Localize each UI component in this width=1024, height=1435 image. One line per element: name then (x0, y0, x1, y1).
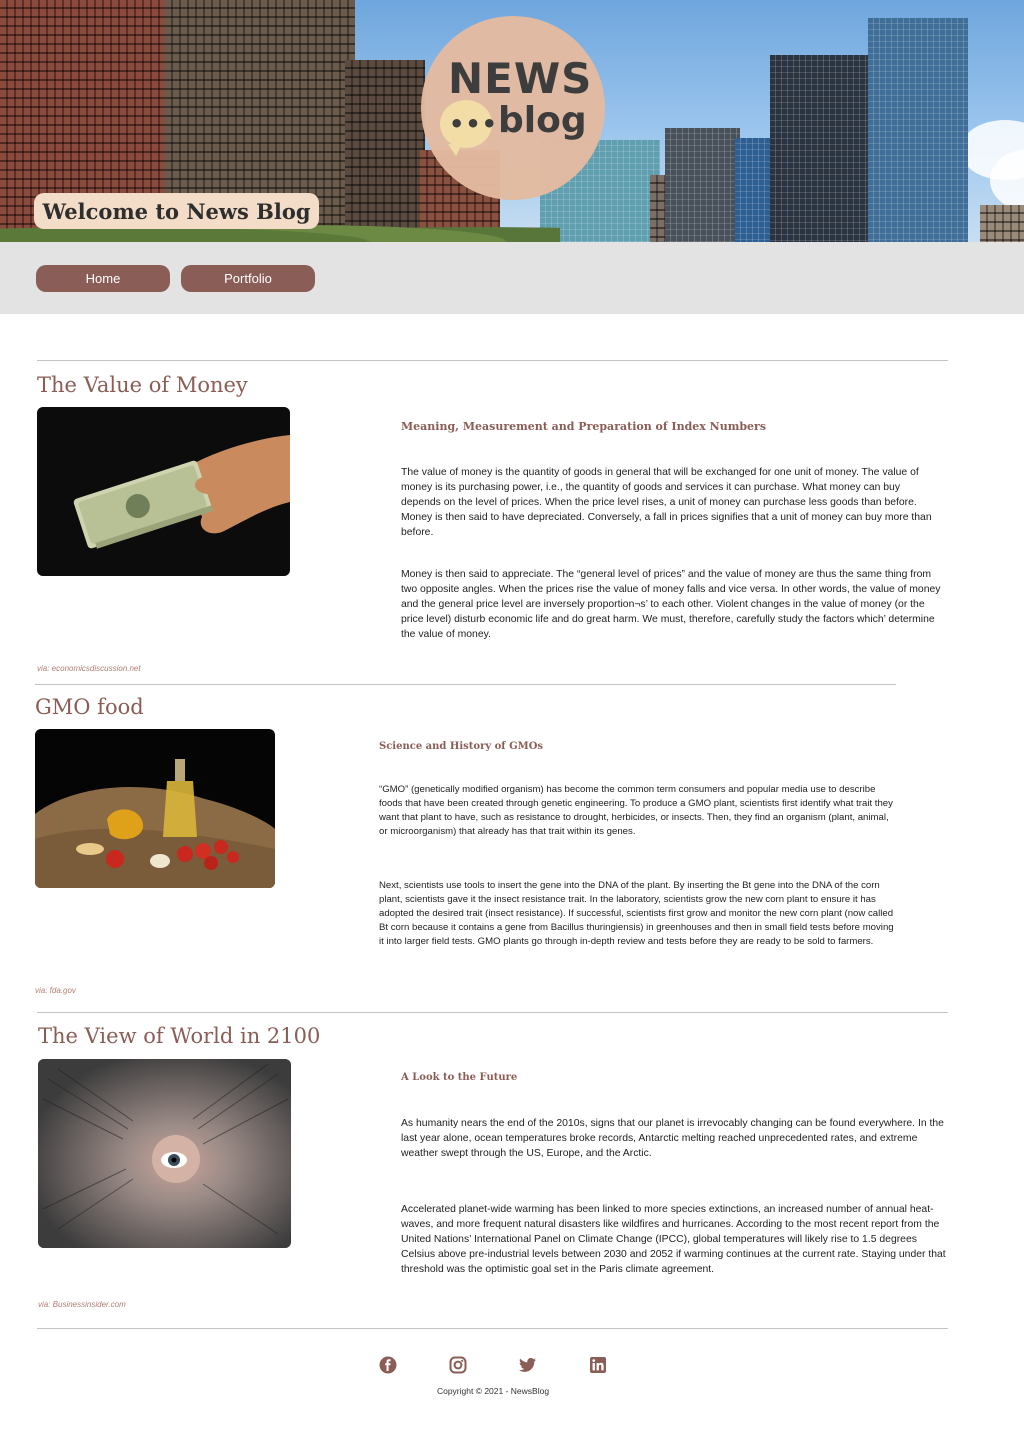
article-image-gmo (35, 729, 275, 888)
linkedin-icon[interactable] (589, 1356, 607, 1374)
article-title: The Value of Money (37, 373, 248, 397)
nav-portfolio-button[interactable]: Portfolio (181, 265, 315, 292)
article-subtitle: Science and History of GMOs (379, 741, 544, 752)
article-paragraph: Accelerated planet-wide warming has been… (401, 1204, 946, 1275)
source-credit: via: economicsdiscussion.net (37, 664, 141, 673)
source-credit: via: Businessinsider.com (38, 1300, 126, 1309)
source-credit: via: fda.gov (35, 986, 76, 995)
logo-blog-text: blog (498, 100, 587, 141)
facebook-icon[interactable] (379, 1356, 397, 1374)
logo-news-text: NEWS (448, 54, 593, 103)
divider (35, 684, 896, 685)
building (980, 205, 1024, 242)
article-image-money (37, 407, 290, 576)
hero-banner: NEWS ••• blog Welcome to News Blog (0, 0, 1024, 242)
divider (37, 1328, 948, 1329)
divider (37, 1012, 948, 1013)
article-paragraph: Money is then said to appreciate. The “g… (401, 569, 941, 640)
article-paragraph: Next, scientists use tools to insert the… (379, 880, 894, 947)
article-subtitle: Meaning, Measurement and Preparation of … (401, 420, 767, 433)
main-nav: Home Portfolio (0, 242, 1024, 314)
article-image-future (38, 1059, 291, 1248)
newspaper-eye-illustration (38, 1059, 291, 1248)
building (665, 128, 740, 242)
instagram-icon[interactable] (449, 1356, 467, 1374)
article-subtitle: A Look to the Future (401, 1072, 518, 1083)
building (735, 138, 775, 242)
welcome-banner: Welcome to News Blog (34, 193, 319, 229)
nav-home-button[interactable]: Home (36, 265, 170, 292)
divider (37, 360, 948, 361)
building (345, 60, 425, 242)
article-paragraph: As humanity nears the end of the 2010s, … (401, 1118, 944, 1159)
twitter-icon[interactable] (519, 1356, 537, 1374)
article-paragraph: “GMO” (genetically modified organism) ha… (379, 784, 893, 837)
article-title: The View of World in 2100 (38, 1024, 321, 1048)
building (770, 55, 880, 242)
vegetables-illustration (35, 759, 275, 888)
building (868, 18, 968, 242)
logo-dots: ••• (449, 110, 499, 138)
article-paragraph: The value of money is the quantity of go… (401, 467, 932, 538)
money-hand-illustration (73, 435, 290, 549)
article-title: GMO food (35, 695, 144, 719)
copyright-text: Copyright © 2021 - NewsBlog (436, 1386, 550, 1396)
